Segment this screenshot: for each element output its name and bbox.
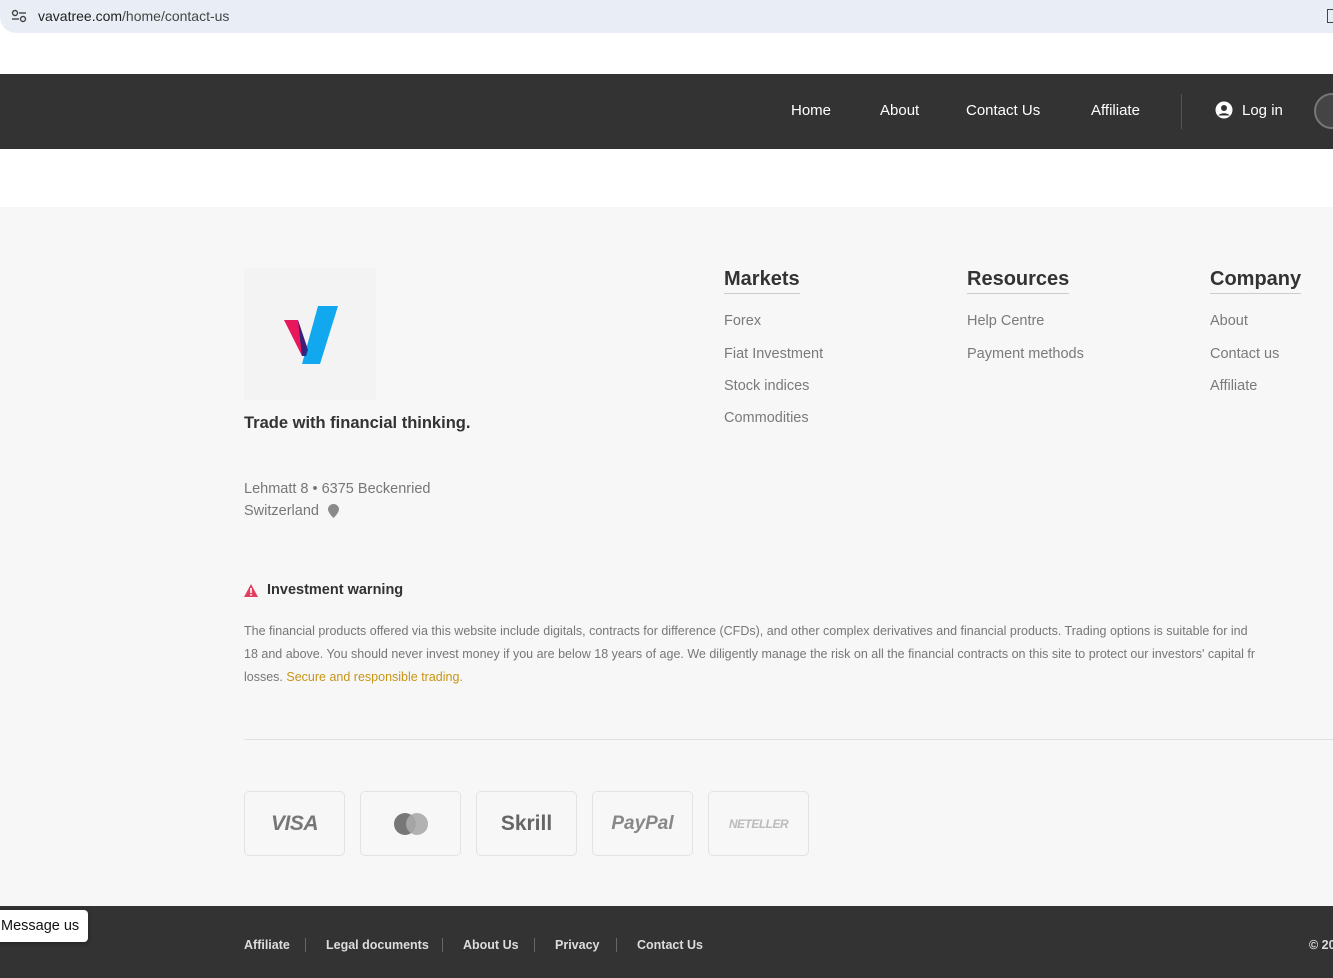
signup-button[interactable] — [1314, 93, 1333, 129]
resources-heading: Resources — [967, 268, 1070, 294]
skrill-logo: Skrill — [500, 811, 553, 835]
map-pin-icon[interactable] — [327, 504, 339, 518]
footer: Trade with financial thinking. Lehmatt 8… — [0, 207, 1333, 906]
responsible-trading-link[interactable]: Secure and responsible trading. — [286, 670, 463, 684]
nav-divider — [1181, 94, 1182, 129]
nav-contact-us[interactable]: Contact Us — [966, 102, 1040, 119]
bottom-link-affiliate[interactable]: Affiliate — [244, 938, 290, 952]
skrill-badge: Skrill — [476, 791, 577, 856]
separator — [442, 938, 443, 952]
link-payment-methods[interactable]: Payment methods — [967, 346, 1084, 362]
footer-divider — [244, 739, 1333, 740]
link-affiliate[interactable]: Affiliate — [1210, 378, 1257, 394]
copyright: © 20 — [1309, 938, 1333, 952]
url-text[interactable]: vavatree.com/home/contact-us — [38, 8, 229, 24]
link-fiat-investment[interactable]: Fiat Investment — [724, 346, 823, 362]
company-heading: Company — [1210, 268, 1302, 294]
nav-affiliate[interactable]: Affiliate — [1091, 102, 1140, 119]
address-bar[interactable]: vavatree.com/home/contact-us — [0, 0, 1333, 33]
login-label: Log in — [1242, 101, 1283, 119]
link-help-centre[interactable]: Help Centre — [967, 313, 1044, 329]
mastercard-badge — [360, 791, 461, 856]
tagline: Trade with financial thinking. — [244, 414, 471, 432]
investment-warning-heading: Investment warning — [244, 582, 403, 598]
neteller-logo: NETELLER — [728, 816, 789, 831]
bookmark-icon[interactable] — [1327, 9, 1333, 23]
bottom-link-privacy[interactable]: Privacy — [555, 938, 599, 952]
message-us-button[interactable]: Message us — [0, 910, 89, 942]
brand-v-icon — [284, 306, 338, 364]
user-circle-icon — [1215, 101, 1233, 119]
nav-about[interactable]: About — [880, 102, 919, 119]
mastercard-icon — [393, 812, 428, 835]
link-commodities[interactable]: Commodities — [724, 410, 809, 426]
visa-badge: VISA — [244, 791, 345, 856]
site-settings-icon[interactable] — [11, 9, 27, 23]
separator — [534, 938, 535, 952]
link-about[interactable]: About — [1210, 313, 1248, 329]
paypal-logo: PayPal — [611, 812, 674, 834]
link-forex[interactable]: Forex — [724, 313, 761, 329]
brand-logo[interactable] — [244, 268, 376, 400]
markets-heading: Markets — [724, 268, 800, 294]
bottom-bar: Affiliate Legal documents About Us Priva… — [0, 906, 1333, 978]
neteller-badge: NETELLER — [708, 791, 809, 856]
investment-warning-text: The financial products offered via this … — [244, 624, 1256, 684]
link-stock-indices[interactable]: Stock indices — [724, 378, 809, 394]
separator — [305, 938, 306, 952]
login-button[interactable]: Log in — [1215, 101, 1283, 119]
link-contact-us[interactable]: Contact us — [1210, 346, 1279, 362]
nav-home[interactable]: Home — [791, 102, 831, 119]
warning-icon — [244, 583, 258, 597]
address-line: Lehmatt 8 • 6375 Beckenried — [244, 481, 431, 497]
top-navbar: Home About Contact Us Affiliate Log in — [0, 74, 1333, 149]
bottom-link-contact-us[interactable]: Contact Us — [637, 938, 703, 952]
paypal-badge: PayPal — [592, 791, 693, 856]
bottom-link-about-us[interactable]: About Us — [463, 938, 519, 952]
visa-logo: VISA — [270, 811, 319, 835]
bottom-link-legal[interactable]: Legal documents — [326, 938, 429, 952]
address-country: Switzerland — [244, 503, 339, 519]
separator — [616, 938, 617, 952]
